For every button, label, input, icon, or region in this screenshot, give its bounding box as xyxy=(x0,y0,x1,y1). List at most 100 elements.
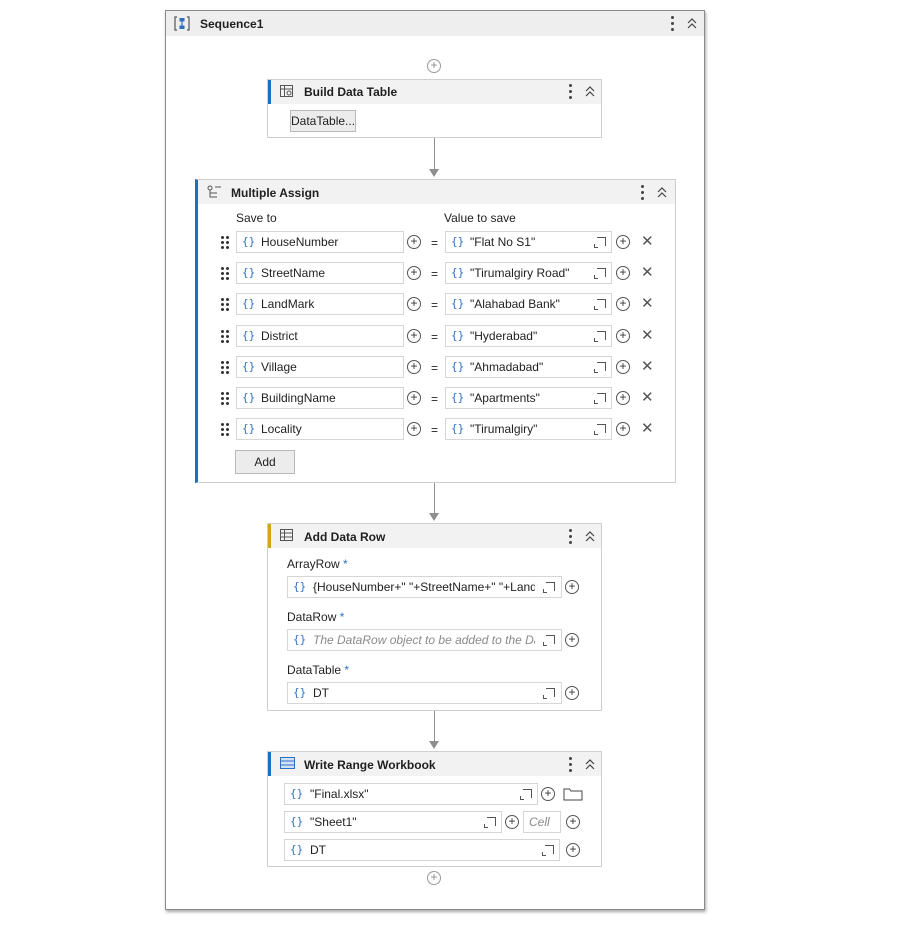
write-range-header[interactable]: Write Range Workbook xyxy=(268,752,601,776)
assign-row[interactable]: {} BuildingName + = {} "Apartments" + ✕ xyxy=(198,387,675,409)
collapse-icon[interactable] xyxy=(585,758,595,770)
assign-row[interactable]: {} Village + = {} "Ahmadabad" + ✕ xyxy=(198,356,675,378)
add-variable-icon[interactable]: + xyxy=(407,391,421,405)
datatable-button[interactable]: DataTable... xyxy=(290,110,356,132)
value-field[interactable]: {} "Alahabad Bank" xyxy=(445,293,612,315)
value-field[interactable]: {} "Flat No S1" xyxy=(445,231,612,253)
workbook-path-field[interactable]: {} "Final.xlsx" xyxy=(284,783,538,805)
value-field[interactable]: {} "Ahmadabad" xyxy=(445,356,612,378)
sequence-header[interactable]: Sequence1 xyxy=(166,11,704,36)
collapse-icon[interactable] xyxy=(585,530,595,542)
value-field[interactable]: {} "Tirumalgiry Road" xyxy=(445,262,612,284)
save-to-field[interactable]: {} BuildingName xyxy=(236,387,404,409)
add-variable-icon[interactable]: + xyxy=(565,580,579,594)
collapse-icon[interactable] xyxy=(585,85,595,97)
sequence-menu-icon[interactable] xyxy=(671,16,675,32)
assign-row[interactable]: {} HouseNumber + = {} "Flat No S1" + ✕ xyxy=(198,231,675,253)
add-data-row-activity[interactable]: Add Data Row ArrayRow * {} {HouseNumber+… xyxy=(267,523,602,711)
add-value-icon[interactable]: + xyxy=(616,297,630,311)
assign-row[interactable]: {} Locality + = {} "Tirumalgiry" + ✕ xyxy=(198,418,675,440)
add-variable-icon[interactable]: + xyxy=(407,266,421,280)
insert-activity-icon[interactable]: + xyxy=(427,871,441,885)
delete-row-icon[interactable]: ✕ xyxy=(641,390,654,405)
expand-editor-icon[interactable] xyxy=(594,299,606,310)
insert-activity-icon[interactable]: + xyxy=(427,59,441,73)
collapse-icon[interactable] xyxy=(657,186,667,198)
add-variable-icon[interactable]: + xyxy=(565,633,579,647)
expand-editor-icon[interactable] xyxy=(594,237,606,248)
add-value-icon[interactable]: + xyxy=(616,329,630,343)
activity-menu-icon[interactable] xyxy=(569,84,573,100)
expand-editor-icon[interactable] xyxy=(520,789,532,800)
add-value-icon[interactable]: + xyxy=(616,391,630,405)
drag-handle-icon[interactable] xyxy=(221,361,231,375)
add-variable-icon[interactable]: + xyxy=(407,297,421,311)
build-data-table-header[interactable]: Build Data Table xyxy=(268,80,601,104)
expand-editor-icon[interactable] xyxy=(594,362,606,373)
expand-editor-icon[interactable] xyxy=(542,845,554,856)
save-to-field[interactable]: {} District xyxy=(236,325,404,347)
value-field[interactable]: {} "Hyderabad" xyxy=(445,325,612,347)
delete-row-icon[interactable]: ✕ xyxy=(641,234,654,249)
delete-row-icon[interactable]: ✕ xyxy=(641,296,654,311)
drag-handle-icon[interactable] xyxy=(221,392,231,406)
add-variable-icon[interactable]: + xyxy=(565,686,579,700)
save-to-field[interactable]: {} Locality xyxy=(236,418,404,440)
delete-row-icon[interactable]: ✕ xyxy=(641,265,654,280)
expand-editor-icon[interactable] xyxy=(484,817,496,828)
activity-menu-icon[interactable] xyxy=(641,185,645,201)
save-to-field[interactable]: {} Village xyxy=(236,356,404,378)
add-variable-icon[interactable]: + xyxy=(541,787,555,801)
drag-handle-icon[interactable] xyxy=(221,423,231,437)
drag-handle-icon[interactable] xyxy=(221,236,231,250)
save-to-field[interactable]: {} HouseNumber xyxy=(236,231,404,253)
expand-editor-icon[interactable] xyxy=(594,268,606,279)
assign-row[interactable]: {} LandMark + = {} "Alahabad Bank" + ✕ xyxy=(198,293,675,315)
delete-row-icon[interactable]: ✕ xyxy=(641,359,654,374)
add-variable-icon[interactable]: + xyxy=(407,360,421,374)
save-to-field[interactable]: {} StreetName xyxy=(236,262,404,284)
value-field[interactable]: {} "Tirumalgiry" xyxy=(445,418,612,440)
add-variable-icon[interactable]: + xyxy=(566,843,580,857)
add-variable-icon[interactable]: + xyxy=(566,815,580,829)
delete-row-icon[interactable]: ✕ xyxy=(641,421,654,436)
expand-editor-icon[interactable] xyxy=(543,688,555,699)
drag-handle-icon[interactable] xyxy=(221,298,231,312)
activity-menu-icon[interactable] xyxy=(569,757,573,773)
expand-editor-icon[interactable] xyxy=(543,582,555,593)
add-row-button[interactable]: Add xyxy=(235,450,295,474)
save-to-field[interactable]: {} LandMark xyxy=(236,293,404,315)
multiple-assign-activity[interactable]: Multiple Assign Save to Value to save {}… xyxy=(195,179,676,483)
build-data-table-activity[interactable]: Build Data Table DataTable... xyxy=(267,79,602,138)
add-value-icon[interactable]: + xyxy=(616,360,630,374)
add-value-icon[interactable]: + xyxy=(616,422,630,436)
drag-handle-icon[interactable] xyxy=(221,330,231,344)
browse-folder-icon[interactable] xyxy=(563,786,583,801)
delete-row-icon[interactable]: ✕ xyxy=(641,328,654,343)
add-variable-icon[interactable]: + xyxy=(407,329,421,343)
expand-editor-icon[interactable] xyxy=(594,331,606,342)
data-table-field[interactable]: {} DT xyxy=(284,839,560,861)
assign-row[interactable]: {} District + = {} "Hyderabad" + ✕ xyxy=(198,325,675,347)
write-range-workbook-activity[interactable]: Write Range Workbook {} "Final.xlsx" + {… xyxy=(267,751,602,867)
expand-editor-icon[interactable] xyxy=(543,635,555,646)
add-value-icon[interactable]: + xyxy=(616,235,630,249)
array-row-field[interactable]: {} {HouseNumber+" "+StreetName+" "+LandM… xyxy=(287,576,562,598)
collapse-icon[interactable] xyxy=(687,17,697,29)
add-variable-icon[interactable]: + xyxy=(505,815,519,829)
value-field[interactable]: {} "Apartments" xyxy=(445,387,612,409)
activity-menu-icon[interactable] xyxy=(569,529,573,545)
multiple-assign-header[interactable]: Multiple Assign xyxy=(198,180,675,204)
data-table-field[interactable]: {} DT xyxy=(287,682,562,704)
cell-field[interactable]: Cell xyxy=(523,811,561,833)
add-data-row-header[interactable]: Add Data Row xyxy=(268,524,601,548)
expand-editor-icon[interactable] xyxy=(594,393,606,404)
sheet-name-field[interactable]: {} "Sheet1" xyxy=(284,811,502,833)
assign-row[interactable]: {} StreetName + = {} "Tirumalgiry Road" … xyxy=(198,262,675,284)
add-value-icon[interactable]: + xyxy=(616,266,630,280)
drag-handle-icon[interactable] xyxy=(221,267,231,281)
data-row-field[interactable]: {} The DataRow object to be added to the… xyxy=(287,629,562,651)
add-variable-icon[interactable]: + xyxy=(407,422,421,436)
add-variable-icon[interactable]: + xyxy=(407,235,421,249)
expand-editor-icon[interactable] xyxy=(594,424,606,435)
